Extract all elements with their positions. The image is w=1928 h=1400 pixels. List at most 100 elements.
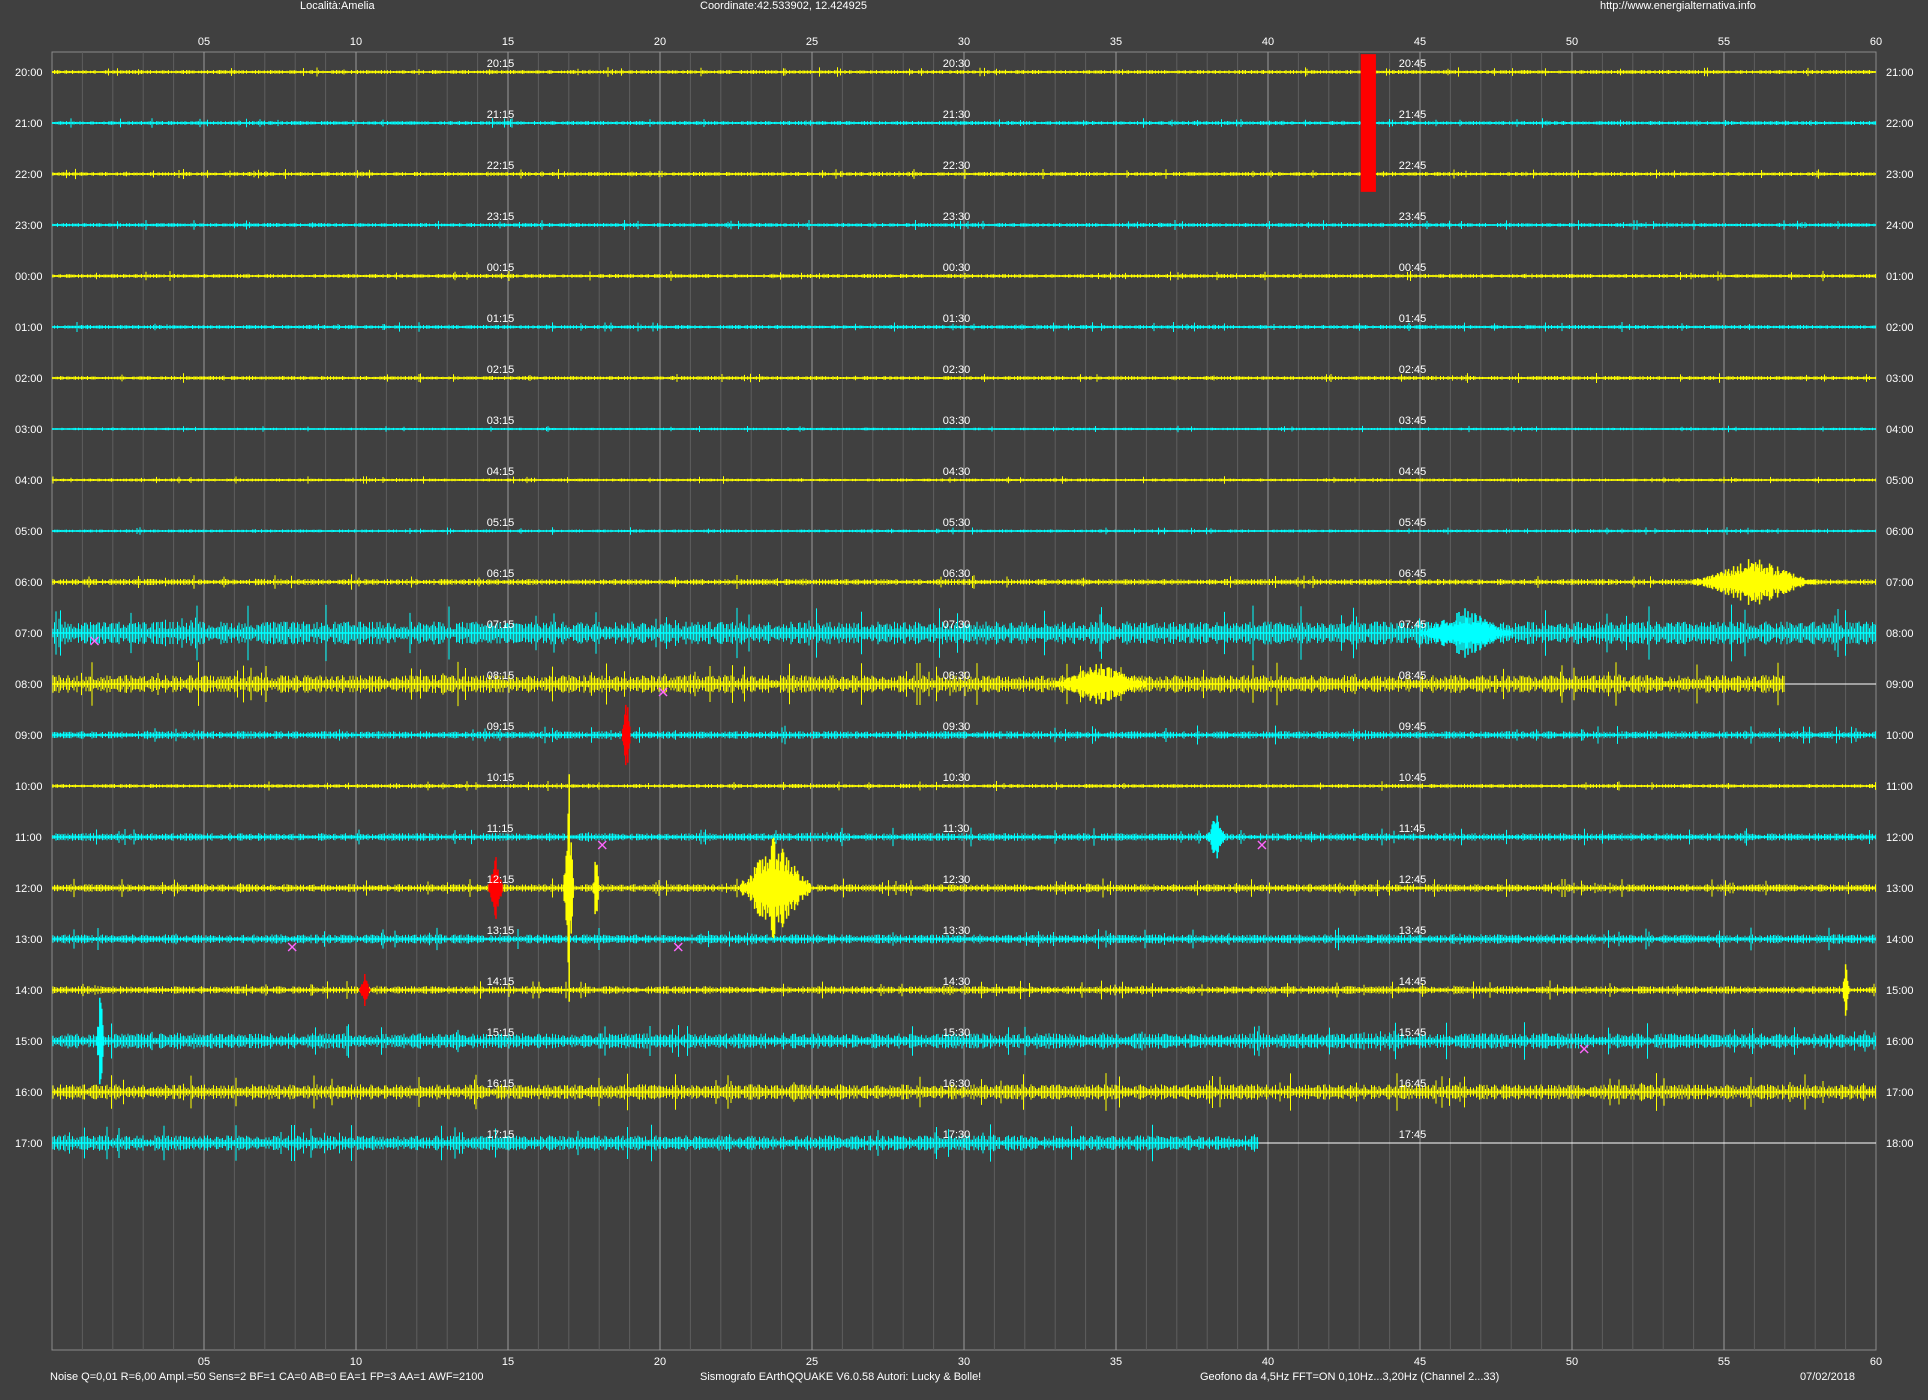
x-tick-label-bottom: 50 <box>1566 1356 1578 1368</box>
row-quarter-label: 23:30 <box>943 211 971 223</box>
x-tick-label-bottom: 30 <box>958 1356 970 1368</box>
footer-geophone: Geofono da 4,5Hz FFT=ON 0,10Hz...3,20Hz … <box>1200 1371 1500 1383</box>
row-quarter-label: 23:15 <box>487 211 515 223</box>
row-time-left: 03:00 <box>15 424 43 436</box>
row-time-left: 04:00 <box>15 475 43 487</box>
row-quarter-label: 01:15 <box>487 313 515 325</box>
row-quarter-label: 03:45 <box>1399 415 1427 427</box>
row-quarter-label: 04:30 <box>943 466 971 478</box>
row-time-left: 06:00 <box>15 577 43 589</box>
event-waveform <box>1054 663 1147 705</box>
row-time-right: 13:00 <box>1886 883 1914 895</box>
seismogram-chart: 05 05 10 10 15 15 20 20 25 25 30 30 35 35 40 40 45 45 50 50… <box>15 36 1914 1368</box>
row-quarter-label: 12:30 <box>943 874 971 886</box>
x-tick-label-bottom: 45 <box>1414 1356 1426 1368</box>
row-quarter-label: 05:15 <box>487 517 515 529</box>
row-quarter-label: 06:15 <box>487 568 515 580</box>
row-quarter-label: 09:30 <box>943 721 971 733</box>
row-quarter-label: 04:45 <box>1399 466 1427 478</box>
event-waveform <box>563 774 574 1002</box>
row-time-right: 02:00 <box>1886 322 1914 334</box>
x-tick-label-bottom: 05 <box>198 1356 210 1368</box>
row-quarter-label: 00:15 <box>487 262 515 274</box>
x-tick-label-bottom: 60 <box>1870 1356 1882 1368</box>
row-time-left: 14:00 <box>15 985 43 997</box>
row-quarter-label: 00:30 <box>943 262 971 274</box>
pick-marker <box>1257 840 1267 850</box>
row-quarter-label: 13:45 <box>1399 925 1427 937</box>
row-quarter-label: 22:30 <box>943 160 971 172</box>
row-quarter-label: 09:45 <box>1399 721 1427 733</box>
footer-parameters: Noise Q=0,01 R=6,00 Ampl.=50 Sens=2 BF=1… <box>50 1371 484 1383</box>
row-time-right: 04:00 <box>1886 424 1914 436</box>
row-time-left: 02:00 <box>15 373 43 385</box>
row-quarter-label: 07:30 <box>943 619 971 631</box>
row-quarter-label: 06:30 <box>943 568 971 580</box>
x-tick-label-bottom: 55 <box>1718 1356 1730 1368</box>
row-time-right: 11:00 <box>1886 781 1913 793</box>
row-time-right: 03:00 <box>1886 373 1914 385</box>
row-quarter-label: 21:45 <box>1399 109 1427 121</box>
row-quarter-label: 23:45 <box>1399 211 1427 223</box>
row-time-left: 13:00 <box>15 934 43 946</box>
event-waveform <box>592 861 600 915</box>
row-quarter-label: 12:15 <box>487 874 515 886</box>
row-quarter-label: 12:45 <box>1399 874 1427 886</box>
x-tick-label-bottom: 40 <box>1262 1356 1274 1368</box>
event-waveform <box>488 857 503 919</box>
x-tick-label-bottom: 25 <box>806 1356 818 1368</box>
row-time-left: 01:00 <box>15 322 43 334</box>
pick-marker <box>673 942 683 952</box>
row-time-right: 15:00 <box>1886 985 1914 997</box>
row-quarter-label: 09:15 <box>487 721 515 733</box>
row-time-left: 17:00 <box>15 1138 43 1150</box>
event-waveform <box>1206 815 1226 859</box>
seismic-trace <box>52 661 1785 707</box>
event-waveform <box>359 974 371 1006</box>
row-quarter-label: 17:15 <box>487 1129 515 1141</box>
footer-date: 07/02/2018 <box>1800 1371 1856 1383</box>
row-time-left: 20:00 <box>15 67 43 79</box>
row-time-left: 10:00 <box>15 781 43 793</box>
x-tick-label-top: 10 <box>350 36 362 48</box>
row-quarter-label: 13:30 <box>943 925 971 937</box>
row-time-left: 05:00 <box>15 526 43 538</box>
row-quarter-label: 21:30 <box>943 109 971 121</box>
row-quarter-label: 02:30 <box>943 364 971 376</box>
row-quarter-label: 20:30 <box>943 58 971 70</box>
row-time-left: 15:00 <box>15 1036 43 1048</box>
x-tick-label-bottom: 10 <box>350 1356 362 1368</box>
row-time-right: 12:00 <box>1886 832 1914 844</box>
row-quarter-label: 20:15 <box>487 58 515 70</box>
x-tick-label-top: 55 <box>1718 36 1730 48</box>
row-quarter-label: 14:15 <box>487 976 515 988</box>
row-time-left: 08:00 <box>15 679 43 691</box>
row-quarter-label: 20:45 <box>1399 58 1427 70</box>
row-quarter-label: 08:45 <box>1399 670 1427 682</box>
event-block <box>1360 54 1376 192</box>
row-quarter-label: 08:15 <box>487 670 515 682</box>
x-tick-label-top: 30 <box>958 36 970 48</box>
event-waveform <box>1692 559 1816 605</box>
row-time-left: 09:00 <box>15 730 43 742</box>
footer-software: Sismografo EArthQQUAKE V6.0.58 Autori: L… <box>700 1371 982 1383</box>
row-quarter-label: 08:30 <box>943 670 971 682</box>
event-bursts <box>96 54 1850 1085</box>
row-quarter-label: 01:45 <box>1399 313 1427 325</box>
row-quarter-label: 11:45 <box>1399 823 1426 835</box>
x-tick-label-top: 20 <box>654 36 666 48</box>
row-time-left: 12:00 <box>15 883 43 895</box>
grid-lines <box>51 51 1877 1351</box>
row-time-right: 18:00 <box>1886 1138 1914 1150</box>
row-time-left: 00:00 <box>15 271 43 283</box>
row-quarter-label: 15:30 <box>943 1027 971 1039</box>
row-quarter-label: 17:30 <box>943 1129 971 1141</box>
row-quarter-label: 10:15 <box>487 772 515 784</box>
x-tick-label-top: 15 <box>502 36 514 48</box>
row-time-right: 23:00 <box>1886 169 1914 181</box>
row-time-left: 23:00 <box>15 220 43 232</box>
row-quarter-label: 16:45 <box>1399 1078 1427 1090</box>
row-quarter-label: 04:15 <box>487 466 515 478</box>
row-quarter-label: 17:45 <box>1399 1129 1427 1141</box>
event-waveform <box>1419 608 1512 658</box>
